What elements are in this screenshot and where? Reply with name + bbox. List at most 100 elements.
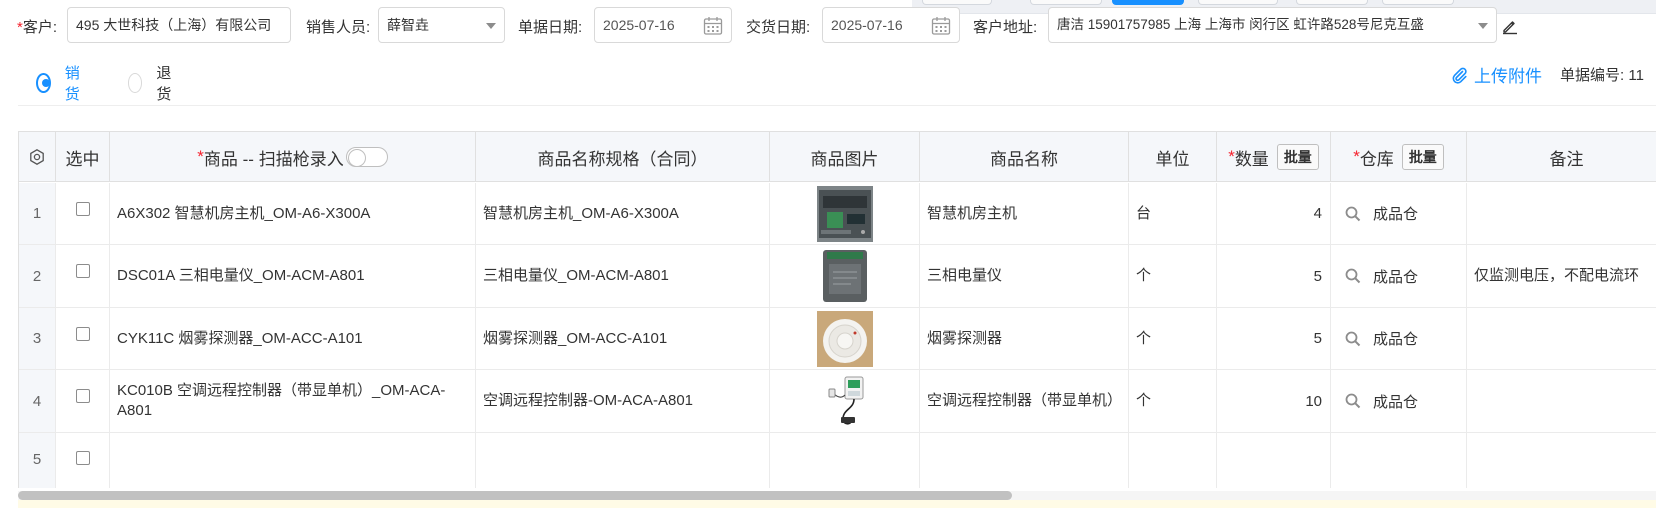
search-icon[interactable] bbox=[1345, 331, 1361, 347]
remark-cell[interactable] bbox=[1467, 183, 1656, 244]
spec-cell[interactable]: 智慧机房主机_OM-A6-X300A bbox=[476, 183, 770, 244]
bill-number: 单据编号: 11 bbox=[1560, 67, 1644, 84]
edit-icon[interactable] bbox=[1501, 17, 1519, 35]
row-checkbox[interactable] bbox=[75, 201, 90, 216]
product-cell[interactable]: A6X302 智慧机房主机_OM-A6-X300A bbox=[110, 183, 476, 244]
chevron-down-icon bbox=[486, 23, 496, 29]
toolbar-button[interactable] bbox=[1382, 0, 1454, 5]
customer-address-value: 唐洁 15901757985 上海 上海市 闵行区 虹许路528号尼克互盛 bbox=[1057, 17, 1424, 32]
bill-date-picker[interactable]: 2025-07-16 bbox=[594, 7, 732, 43]
table-row[interactable]: 2 DSC01A 三相电量仪_OM-ACM-A801 三相电量仪_OM-ACM-… bbox=[19, 245, 1656, 308]
bill-date-label: 单据日期: bbox=[518, 19, 583, 36]
bulk-qty-button[interactable]: 批量 bbox=[1276, 144, 1319, 170]
upload-attachment-button[interactable]: 上传附件 bbox=[1450, 62, 1542, 87]
ac-controller-photo bbox=[828, 376, 863, 425]
qty-cell[interactable] bbox=[1217, 433, 1331, 488]
radio-circle[interactable] bbox=[128, 73, 143, 93]
search-icon[interactable] bbox=[1345, 206, 1361, 222]
radio-circle[interactable] bbox=[36, 73, 51, 93]
table-row[interactable]: 1 A6X302 智慧机房主机_OM-A6-X300A 智慧机房主机_OM-A6… bbox=[19, 183, 1656, 245]
delivery-date-picker[interactable]: 2025-07-16 bbox=[822, 7, 960, 43]
table-row[interactable]: 3 CYK11C 烟雾探测器_OM-ACC-A101 烟雾探测器_OM-ACC-… bbox=[19, 308, 1656, 370]
header-unit: 单位 bbox=[1129, 132, 1217, 182]
header-image: 商品图片 bbox=[770, 132, 920, 182]
customer-address-label: 客户地址: bbox=[973, 19, 1038, 36]
remark-cell[interactable] bbox=[1467, 370, 1656, 432]
warehouse-cell[interactable] bbox=[1331, 433, 1467, 488]
product-cell[interactable] bbox=[110, 433, 476, 488]
image-cell bbox=[770, 370, 920, 432]
spec-cell[interactable]: 烟雾探测器_OM-ACC-A101 bbox=[476, 308, 770, 369]
remark-cell[interactable] bbox=[1467, 308, 1656, 369]
order-items-grid: 选中 * 商品 -- 扫描枪录入 商品名称规格（合同） 商品图片 商品名称 单位 … bbox=[18, 131, 1656, 488]
header-qty-label: 数量 bbox=[1234, 149, 1269, 169]
sales-person-select[interactable]: 薛智垚 bbox=[378, 7, 505, 43]
qty-cell[interactable]: 5 bbox=[1217, 245, 1331, 307]
radio-sale-label: 销货 bbox=[64, 65, 80, 103]
customer-address-select[interactable]: 唐洁 15901757985 上海 上海市 闵行区 虹许路528号尼克互盛 bbox=[1048, 7, 1497, 43]
name-cell[interactable] bbox=[920, 433, 1129, 488]
row-checkbox[interactable] bbox=[75, 389, 90, 403]
qty-cell[interactable]: 5 bbox=[1217, 308, 1331, 369]
name-cell[interactable]: 智慧机房主机 bbox=[920, 183, 1129, 244]
horizontal-scrollbar[interactable] bbox=[18, 491, 1656, 500]
spec-cell[interactable] bbox=[476, 433, 770, 488]
row-checkbox[interactable] bbox=[75, 264, 90, 278]
unit-cell[interactable]: 个 bbox=[1129, 370, 1217, 432]
toolbar-button[interactable] bbox=[1296, 0, 1368, 5]
radio-sale[interactable]: 销货 bbox=[36, 62, 85, 104]
row-number: 4 bbox=[19, 370, 56, 432]
remark-cell[interactable]: 仅监测电压，不配电流环 bbox=[1467, 245, 1656, 307]
paperclip-icon bbox=[1452, 67, 1467, 84]
warehouse-value: 成品仓 bbox=[1373, 206, 1419, 223]
name-cell[interactable]: 空调远程控制器（带显单机） bbox=[920, 370, 1129, 432]
row-select-checkbox-cell bbox=[56, 183, 110, 244]
warehouse-value: 成品仓 bbox=[1373, 331, 1419, 348]
row-number: 2 bbox=[19, 245, 56, 307]
search-icon[interactable] bbox=[1345, 393, 1361, 409]
unit-cell[interactable]: 个 bbox=[1129, 245, 1217, 307]
sales-person-label: 销售人员: bbox=[306, 19, 371, 36]
row-checkbox[interactable] bbox=[75, 326, 90, 341]
warehouse-cell[interactable]: 成品仓 bbox=[1331, 183, 1467, 244]
unit-cell[interactable] bbox=[1129, 433, 1217, 488]
remark-cell[interactable] bbox=[1467, 433, 1656, 488]
product-cell[interactable]: CYK11C 烟雾探测器_OM-ACC-A101 bbox=[110, 308, 476, 369]
chevron-down-icon bbox=[1478, 23, 1488, 29]
spec-cell[interactable]: 空调远程控制器-OM-ACA-A801 bbox=[476, 370, 770, 432]
toolbar-primary-button[interactable] bbox=[1112, 0, 1184, 5]
qty-cell[interactable]: 10 bbox=[1217, 370, 1331, 432]
spec-cell[interactable]: 三相电量仪_OM-ACM-A801 bbox=[476, 245, 770, 307]
scrollbar-thumb[interactable] bbox=[18, 491, 1012, 500]
warehouse-cell[interactable]: 成品仓 bbox=[1331, 308, 1467, 369]
product-cell[interactable]: DSC01A 三相电量仪_OM-ACM-A801 bbox=[110, 245, 476, 307]
delivery-date-label: 交货日期: bbox=[746, 19, 811, 36]
radio-return[interactable]: 退货 bbox=[128, 62, 177, 104]
calendar-icon bbox=[931, 17, 951, 35]
table-row[interactable]: 5 bbox=[19, 433, 1656, 488]
bulk-warehouse-button[interactable]: 批量 bbox=[1401, 144, 1444, 170]
toolbar-button[interactable] bbox=[1030, 0, 1102, 5]
column-settings-button[interactable] bbox=[19, 132, 56, 182]
warehouse-cell[interactable]: 成品仓 bbox=[1331, 245, 1467, 307]
header-warehouse: * 仓库 批量 bbox=[1331, 132, 1467, 182]
header-product-label: 商品 -- 扫描枪录入 bbox=[203, 149, 344, 169]
table-row[interactable]: 4 KC010B 空调远程控制器（带显单机）_OM-ACA-A801 空调远程控… bbox=[19, 370, 1656, 433]
summary-row-strip bbox=[18, 500, 1656, 508]
grid-header: 选中 * 商品 -- 扫描枪录入 商品名称规格（合同） 商品图片 商品名称 单位 … bbox=[19, 132, 1656, 182]
unit-cell[interactable]: 台 bbox=[1129, 183, 1217, 244]
qty-cell[interactable]: 4 bbox=[1217, 183, 1331, 244]
warehouse-cell[interactable]: 成品仓 bbox=[1331, 370, 1467, 432]
name-cell[interactable]: 烟雾探测器 bbox=[920, 308, 1129, 369]
scanner-toggle[interactable] bbox=[345, 147, 388, 167]
product-cell[interactable]: KC010B 空调远程控制器（带显单机）_OM-ACA-A801 bbox=[110, 370, 476, 432]
name-cell[interactable]: 三相电量仪 bbox=[920, 245, 1129, 307]
image-cell bbox=[770, 183, 920, 244]
customer-select[interactable]: 495 大世科技（上海）有限公司 bbox=[67, 7, 291, 43]
search-icon[interactable] bbox=[1345, 268, 1361, 284]
unit-cell[interactable]: 个 bbox=[1129, 308, 1217, 369]
row-checkbox[interactable] bbox=[75, 451, 90, 465]
smoke-detector-photo bbox=[816, 310, 873, 367]
toolbar-button[interactable] bbox=[1198, 0, 1278, 5]
toolbar-button[interactable] bbox=[922, 0, 992, 5]
